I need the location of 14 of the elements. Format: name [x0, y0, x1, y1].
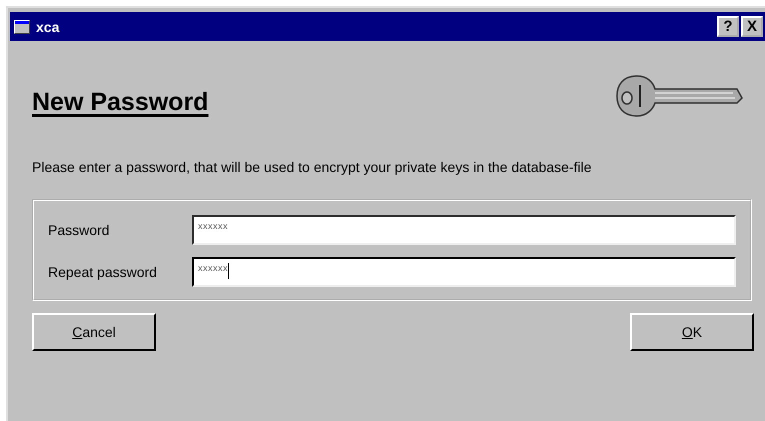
- password-field[interactable]: xxxxxx: [192, 257, 736, 287]
- close-button[interactable]: X: [741, 16, 763, 37]
- text-caret: [228, 263, 229, 279]
- dialog-heading: New Password: [32, 88, 208, 116]
- field-label: Repeat password: [48, 264, 158, 280]
- field-label: Password: [48, 222, 110, 238]
- window-title: xca: [36, 18, 60, 34]
- help-button[interactable]: ?: [717, 16, 739, 37]
- password-field[interactable]: xxxxxx: [192, 215, 736, 245]
- window-icon: [14, 20, 30, 34]
- instruction-text: Please enter a password, that will be used to encrypt your private keys in the database-file: [32, 159, 593, 177]
- dialog-button[interactable]: Cancel: [32, 313, 156, 351]
- key-icon: [615, 73, 743, 119]
- dialog-button[interactable]: OK: [630, 313, 754, 351]
